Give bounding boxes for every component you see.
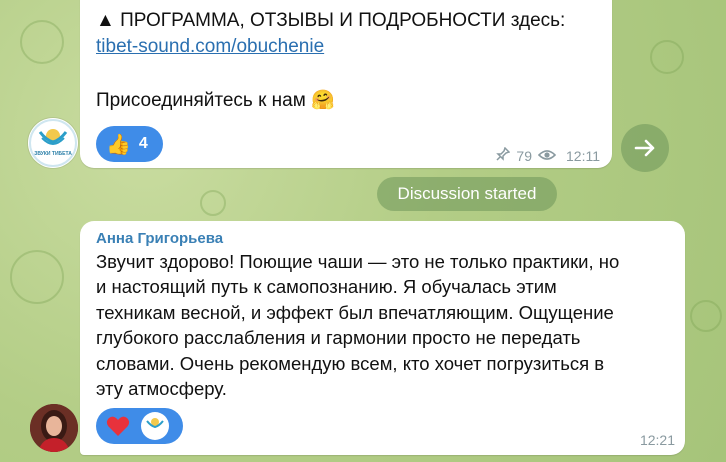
background-doodle [10, 250, 64, 304]
comment-time: 12:21 [639, 432, 675, 448]
background-doodle [690, 300, 722, 332]
comment-line: техникам весной, и эффект был впечатляющ… [96, 301, 614, 323]
background-doodle [20, 20, 64, 64]
post-program-line: ▲ ПРОГРАММА, ОТЗЫВЫ И ПОДРОБНОСТИ здесь: [96, 10, 566, 31]
post-link[interactable]: tibet-sound.com/obuchenie [96, 36, 324, 58]
comment-author[interactable]: Анна Григорьева [96, 230, 223, 247]
comment-line: и настоящий путь к самопознанию. Я обуча… [96, 276, 557, 298]
forward-button[interactable] [621, 124, 669, 172]
comment-line: эту атмосферу. [96, 378, 227, 400]
reactor-avatar [141, 412, 169, 440]
discussion-started-label: Discussion started [377, 177, 557, 211]
heart-icon [106, 415, 130, 437]
person-photo-icon [30, 404, 78, 452]
comment-text: Звучит здорово! Поющие чаши — это не тол… [96, 249, 676, 401]
eye-icon [537, 148, 557, 164]
post-join-text: Присоединяйтесь к нам [96, 90, 306, 111]
pin-icon [496, 146, 511, 164]
comment-line: Звучит здорово! Поющие чаши — это не тол… [96, 251, 620, 272]
channel-post-bubble: ▲ ПРОГРАММА, ОТЗЫВЫ И ПОДРОБНОСТИ здесь:… [80, 0, 612, 168]
channel-avatar[interactable]: ЗВУКИ ТИБЕТА [28, 118, 78, 168]
post-join-line: Присоединяйтесь к нам 🤗 [96, 88, 335, 112]
post-meta: 79 12:11 [496, 146, 600, 164]
channel-logo-icon [29, 119, 77, 167]
channel-logo-icon [143, 414, 167, 438]
comment-line: словами. Очень рекомендую всем, кто хоче… [96, 352, 605, 374]
heart-reaction[interactable] [96, 408, 183, 444]
background-doodle [200, 190, 226, 216]
hug-emoji: 🤗 [311, 90, 335, 111]
channel-avatar-label: ЗВУКИ ТИБЕТА [34, 151, 72, 157]
user-avatar[interactable] [30, 404, 78, 452]
background-doodle [650, 40, 684, 74]
thumbs-up-reaction[interactable]: 👍 4 [96, 126, 163, 162]
thumbs-up-icon: 👍 [106, 133, 131, 156]
reaction-count: 4 [138, 135, 148, 152]
comment-bubble: Анна Григорьева Звучит здорово! Поющие ч… [80, 221, 685, 455]
arrow-right-icon [634, 139, 655, 157]
comment-line: глубокого расслабления и гармонии просто… [96, 327, 581, 349]
post-time: 12:11 [566, 147, 600, 164]
views-count: 79 [516, 147, 532, 164]
